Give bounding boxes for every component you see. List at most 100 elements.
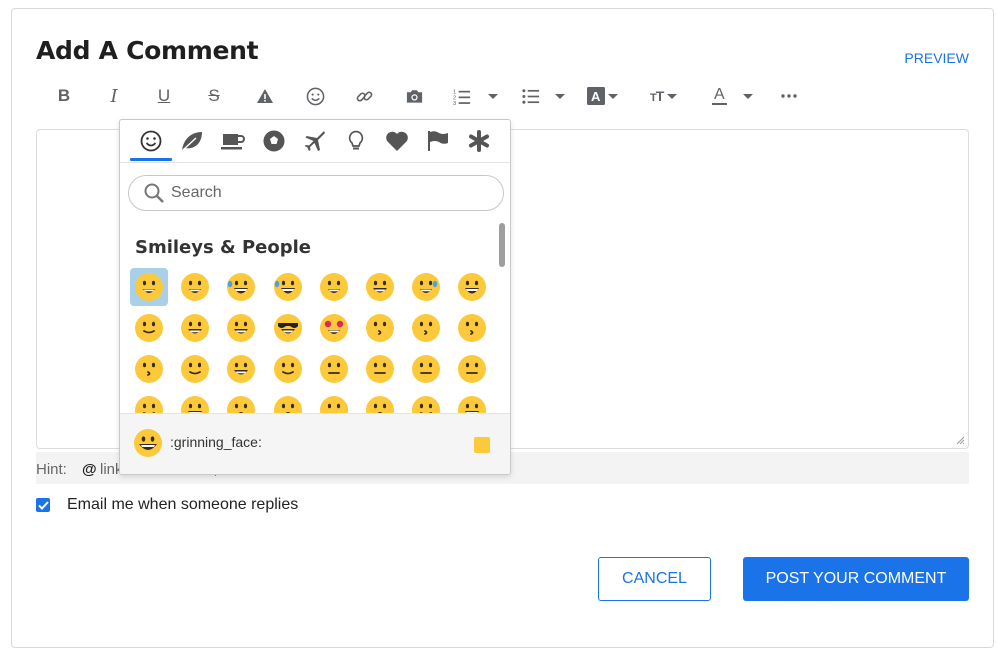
emoji-yum[interactable] xyxy=(222,309,260,347)
bulleted-list-icon xyxy=(522,88,540,104)
preview-link[interactable]: PREVIEW xyxy=(904,50,969,66)
emoji-laughing[interactable] xyxy=(453,268,491,306)
open-mouth-emoji-icon xyxy=(273,396,302,413)
emoji-grin[interactable] xyxy=(130,268,168,306)
camera-icon xyxy=(406,90,422,103)
link-button[interactable] xyxy=(353,82,375,110)
bulleted-list-button[interactable] xyxy=(522,82,570,110)
emoji-slight-smile[interactable] xyxy=(176,350,214,388)
emoji-tired[interactable] xyxy=(453,391,491,413)
emoji-expressionless[interactable] xyxy=(361,350,399,388)
emoji-kissing-smiling[interactable] xyxy=(453,309,491,347)
emoji-thinking[interactable] xyxy=(269,350,307,388)
emoji-smirk[interactable] xyxy=(130,391,168,413)
tab-smileys[interactable] xyxy=(134,128,168,154)
coffee-icon xyxy=(221,134,245,150)
smirk-emoji-icon xyxy=(135,396,163,413)
emoji-joy[interactable] xyxy=(222,268,260,306)
emoji-sweat-smile[interactable] xyxy=(407,268,445,306)
tab-nature[interactable] xyxy=(175,128,209,154)
tab-travel[interactable] xyxy=(298,128,332,154)
tab-flags[interactable] xyxy=(421,128,455,154)
emoji-button[interactable] xyxy=(304,82,326,110)
disappointed-relieved-emoji-icon xyxy=(227,396,256,413)
text-background-button[interactable]: A xyxy=(587,82,623,110)
emoji-rofl[interactable] xyxy=(269,268,307,306)
emoji-smile[interactable] xyxy=(361,268,399,306)
emoji-zipper[interactable] xyxy=(315,391,353,413)
kissing-emoji-icon xyxy=(412,314,441,342)
emoji-search-input[interactable] xyxy=(169,183,473,203)
kissing-smiling-emoji-icon xyxy=(458,314,487,342)
text-background-icon: A xyxy=(587,87,605,105)
emoji-hushed[interactable] xyxy=(361,391,399,413)
resize-handle-icon[interactable] xyxy=(955,435,965,445)
bold-button[interactable]: B xyxy=(54,82,74,110)
emoji-grinning-big[interactable] xyxy=(176,268,214,306)
checkmark-icon xyxy=(37,500,49,510)
email-notify-row: Email me when someone replies xyxy=(36,496,298,514)
emoji-sunglasses[interactable] xyxy=(269,309,307,347)
emoji-sleepy[interactable] xyxy=(407,391,445,413)
formatting-toolbar: B I U S 123 A TT A xyxy=(50,82,810,110)
tab-food[interactable] xyxy=(216,128,250,154)
skin-tone-selector[interactable] xyxy=(474,437,490,453)
emoji-preview-footer: :grinning_face: xyxy=(120,413,510,474)
emoji-wink[interactable] xyxy=(130,309,168,347)
tired-emoji-icon xyxy=(458,396,487,413)
email-notify-label[interactable]: Email me when someone replies xyxy=(67,496,298,514)
joy-emoji-icon xyxy=(227,273,256,301)
emoji-kissing-closed[interactable] xyxy=(130,350,168,388)
eye-roll-emoji-icon xyxy=(458,355,487,383)
emoji-eye-roll[interactable] xyxy=(453,350,491,388)
more-icon xyxy=(781,94,797,98)
emoji-smiley[interactable] xyxy=(315,268,353,306)
more-options-button[interactable] xyxy=(778,82,800,110)
sweat-smile-emoji-icon xyxy=(412,273,441,301)
hugging-emoji-icon xyxy=(227,355,256,383)
heart-icon xyxy=(386,131,408,151)
emoji-no-mouth[interactable] xyxy=(407,350,445,388)
emoji-scrollbar-thumb[interactable] xyxy=(499,223,505,267)
tab-objects[interactable] xyxy=(339,128,373,154)
emoji-hugging[interactable] xyxy=(222,350,260,388)
rofl-emoji-icon xyxy=(273,273,302,301)
grin-emoji-icon xyxy=(135,273,163,301)
hushed-emoji-icon xyxy=(366,396,394,413)
cancel-button[interactable]: CANCEL xyxy=(598,557,711,601)
italic-button[interactable]: I xyxy=(104,82,124,110)
emoji-persevere[interactable] xyxy=(176,391,214,413)
email-notify-checkbox[interactable] xyxy=(36,498,50,512)
emoji-shortcode: :grinning_face: xyxy=(170,434,262,450)
emoji-search xyxy=(128,175,504,211)
tab-custom[interactable] xyxy=(462,128,496,154)
tab-symbols[interactable] xyxy=(380,128,414,154)
svg-text:3: 3 xyxy=(453,101,456,106)
emoji-blush[interactable] xyxy=(176,309,214,347)
tab-activity[interactable] xyxy=(257,128,291,154)
text-size-button[interactable]: TT xyxy=(650,82,686,110)
emoji-neutral[interactable] xyxy=(315,350,353,388)
warning-icon xyxy=(257,89,273,103)
expressionless-emoji-icon xyxy=(366,355,394,383)
post-comment-button[interactable]: POST YOUR COMMENT xyxy=(743,557,969,601)
numbered-list-button[interactable]: 123 xyxy=(453,82,501,110)
image-button[interactable] xyxy=(403,82,425,110)
strikethrough-button[interactable]: S xyxy=(204,82,224,110)
grinning-face-preview-icon xyxy=(134,429,162,457)
underline-icon: U xyxy=(157,86,171,105)
text-color-button[interactable]: A xyxy=(712,82,760,110)
persevere-emoji-icon xyxy=(181,396,210,413)
emoji-kissing[interactable] xyxy=(407,309,445,347)
emoji-disappointed-relieved[interactable] xyxy=(222,391,260,413)
smiley-icon xyxy=(140,130,162,152)
slight-smile-emoji-icon xyxy=(181,355,210,383)
underline-button[interactable]: U xyxy=(154,82,174,110)
spoiler-button[interactable] xyxy=(254,82,276,110)
blush-emoji-icon xyxy=(181,314,210,342)
emoji-kissing-heart[interactable] xyxy=(361,309,399,347)
emoji-heart-eyes[interactable] xyxy=(315,309,353,347)
emoji-open-mouth[interactable] xyxy=(269,391,307,413)
italic-icon: I xyxy=(110,85,118,107)
flag-icon xyxy=(428,131,448,151)
